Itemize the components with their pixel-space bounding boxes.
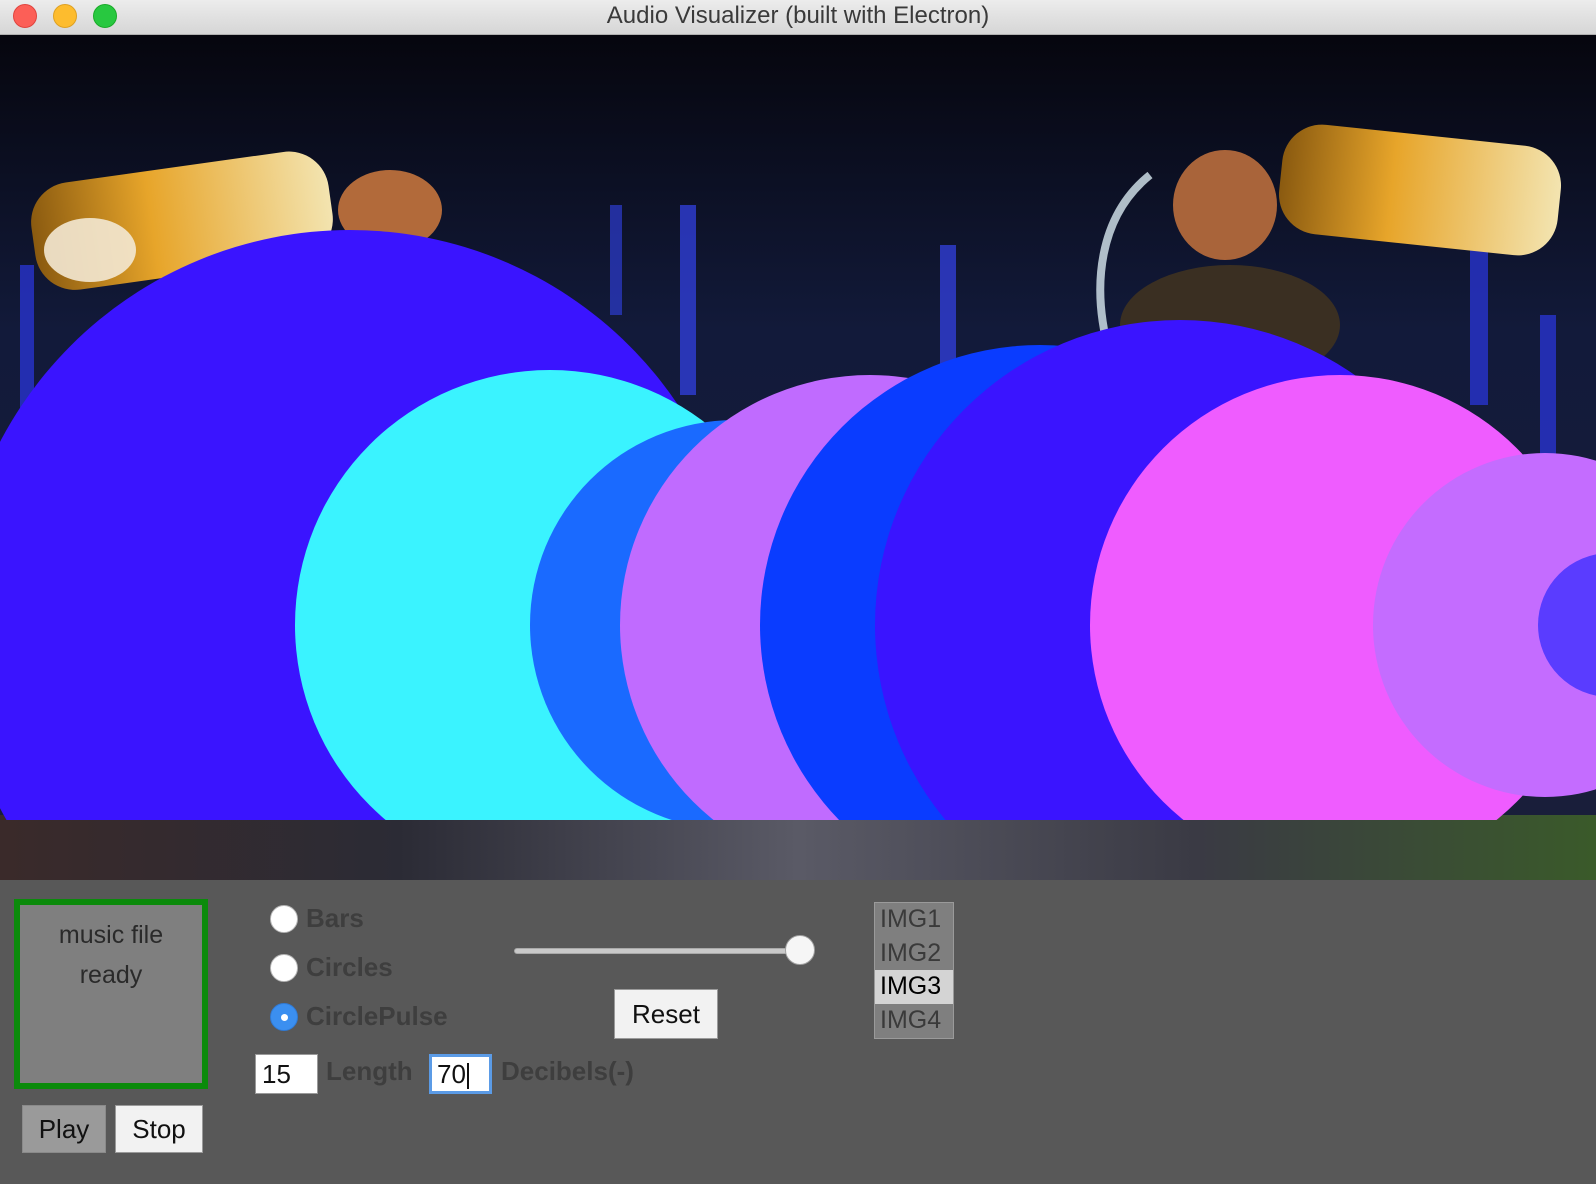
music-drop-zone[interactable]: music file ready: [14, 899, 208, 1089]
length-input[interactable]: 15: [255, 1054, 318, 1094]
window-title: Audio Visualizer (built with Electron): [606, 2, 990, 29]
play-button[interactable]: Play: [22, 1105, 106, 1153]
decibels-input-value: 70: [437, 1059, 466, 1089]
sensitivity-slider-track[interactable]: [514, 948, 799, 954]
drop-zone-status-line-2: ready: [79, 961, 143, 989]
drop-zone-status-line-1: music file: [58, 921, 164, 949]
image-option-img4[interactable]: IMG4: [875, 1004, 953, 1038]
radio-bars[interactable]: [270, 905, 298, 933]
radio-circles-label: Circles: [306, 952, 393, 982]
radio-circlepulse-label: CirclePulse: [306, 1001, 448, 1031]
controls-panel: music file ready Play Stop Bars Circles …: [0, 880, 1596, 1184]
reset-button[interactable]: Reset: [614, 989, 718, 1039]
length-input-value: 15: [262, 1059, 291, 1089]
image-select-list[interactable]: IMG1 IMG2 IMG3 IMG4: [874, 902, 954, 1039]
decibels-input[interactable]: 70: [429, 1054, 492, 1094]
sensitivity-slider-thumb[interactable]: [785, 935, 815, 965]
image-option-img2[interactable]: IMG2: [875, 937, 953, 971]
text-caret: [466, 1063, 469, 1090]
visualizer-svg: [0, 35, 1596, 880]
bottom-photo-strip: [0, 815, 1596, 880]
title-bar: Audio Visualizer (built with Electron): [0, 0, 1596, 35]
app-window: Audio Visualizer (built with Electron) m…: [0, 0, 1596, 1184]
image-option-img1[interactable]: IMG1: [875, 903, 953, 937]
length-label: Length: [326, 1056, 413, 1086]
radio-circles[interactable]: [270, 954, 298, 982]
image-option-img3[interactable]: IMG3: [875, 970, 953, 1004]
visualizer-canvas: [0, 35, 1596, 880]
radio-bars-label: Bars: [306, 903, 364, 933]
decibels-label: Decibels(-): [501, 1056, 634, 1086]
stop-button[interactable]: Stop: [115, 1105, 203, 1153]
radio-circlepulse[interactable]: [270, 1003, 298, 1031]
